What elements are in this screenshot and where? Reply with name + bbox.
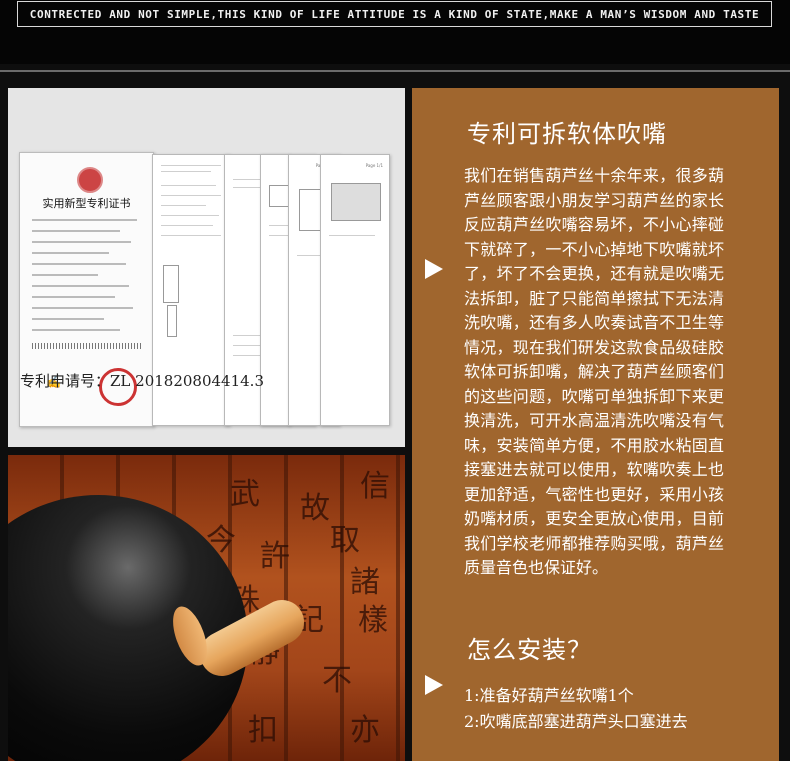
hulusi-photo: 武 故 取 信 諸 樣 今 許 記 珠 静 不 扣 亦	[8, 455, 405, 761]
bamboo-glyph: 取	[330, 523, 360, 558]
bamboo-glyph: 扣	[248, 713, 278, 748]
description-panel: 专利可拆软体吹嘴 我们在销售葫芦丝十余年来，很多葫芦丝顾客跟小朋友学习葫芦丝的家…	[412, 88, 779, 761]
install-step: 1:准备好葫芦丝软嘴1个	[464, 686, 634, 705]
certificate-emblem-icon	[77, 167, 103, 193]
bamboo-glyph: 亦	[350, 713, 380, 748]
bamboo-glyph: 許	[260, 539, 290, 574]
bamboo-glyph: 樣	[358, 603, 388, 638]
certificate-text-lines	[32, 219, 142, 340]
top-banner: CONTRECTED AND NOT SIMPLE,THIS KIND OF L…	[0, 0, 790, 64]
play-triangle-icon	[425, 675, 443, 695]
banner-frame: CONTRECTED AND NOT SIMPLE,THIS KIND OF L…	[17, 1, 772, 27]
play-triangle-icon	[425, 259, 443, 279]
certificate-barcode	[32, 343, 142, 349]
patent-number: 专利申请号：ZL 201820804414.3	[20, 372, 264, 390]
bamboo-glyph: 故	[300, 491, 330, 526]
page-label: Page 1/1	[365, 163, 383, 168]
section-divider	[0, 70, 790, 72]
install-title: 怎么安装？	[467, 636, 592, 664]
install-steps: 1:准备好葫芦丝软嘴1个 2:吹嘴底部塞进葫芦头口塞进去	[464, 683, 734, 735]
bamboo-glyph: 武	[230, 477, 260, 512]
intro-body: 我们在销售葫芦丝十余年来，很多葫芦丝顾客跟小朋友学习葫芦丝的家长反应葫芦丝吹嘴容…	[464, 166, 724, 577]
intro-title: 专利可拆软体吹嘴	[467, 120, 667, 148]
banner-slogan: CONTRECTED AND NOT SIMPLE,THIS KIND OF L…	[29, 7, 760, 21]
patent-page-5: Page 1/1	[320, 154, 390, 426]
bamboo-glyph: 信	[360, 469, 390, 504]
install-step: 2:吹嘴底部塞进葫芦头口塞进去	[464, 712, 688, 731]
patent-certificate-panel: 实用新型专利证书 ✍ Page 1/1 Page 1/1 Page 1/1	[8, 88, 405, 447]
bamboo-glyph: 不	[322, 663, 352, 698]
certificate-title: 实用新型专利证书	[42, 197, 131, 210]
